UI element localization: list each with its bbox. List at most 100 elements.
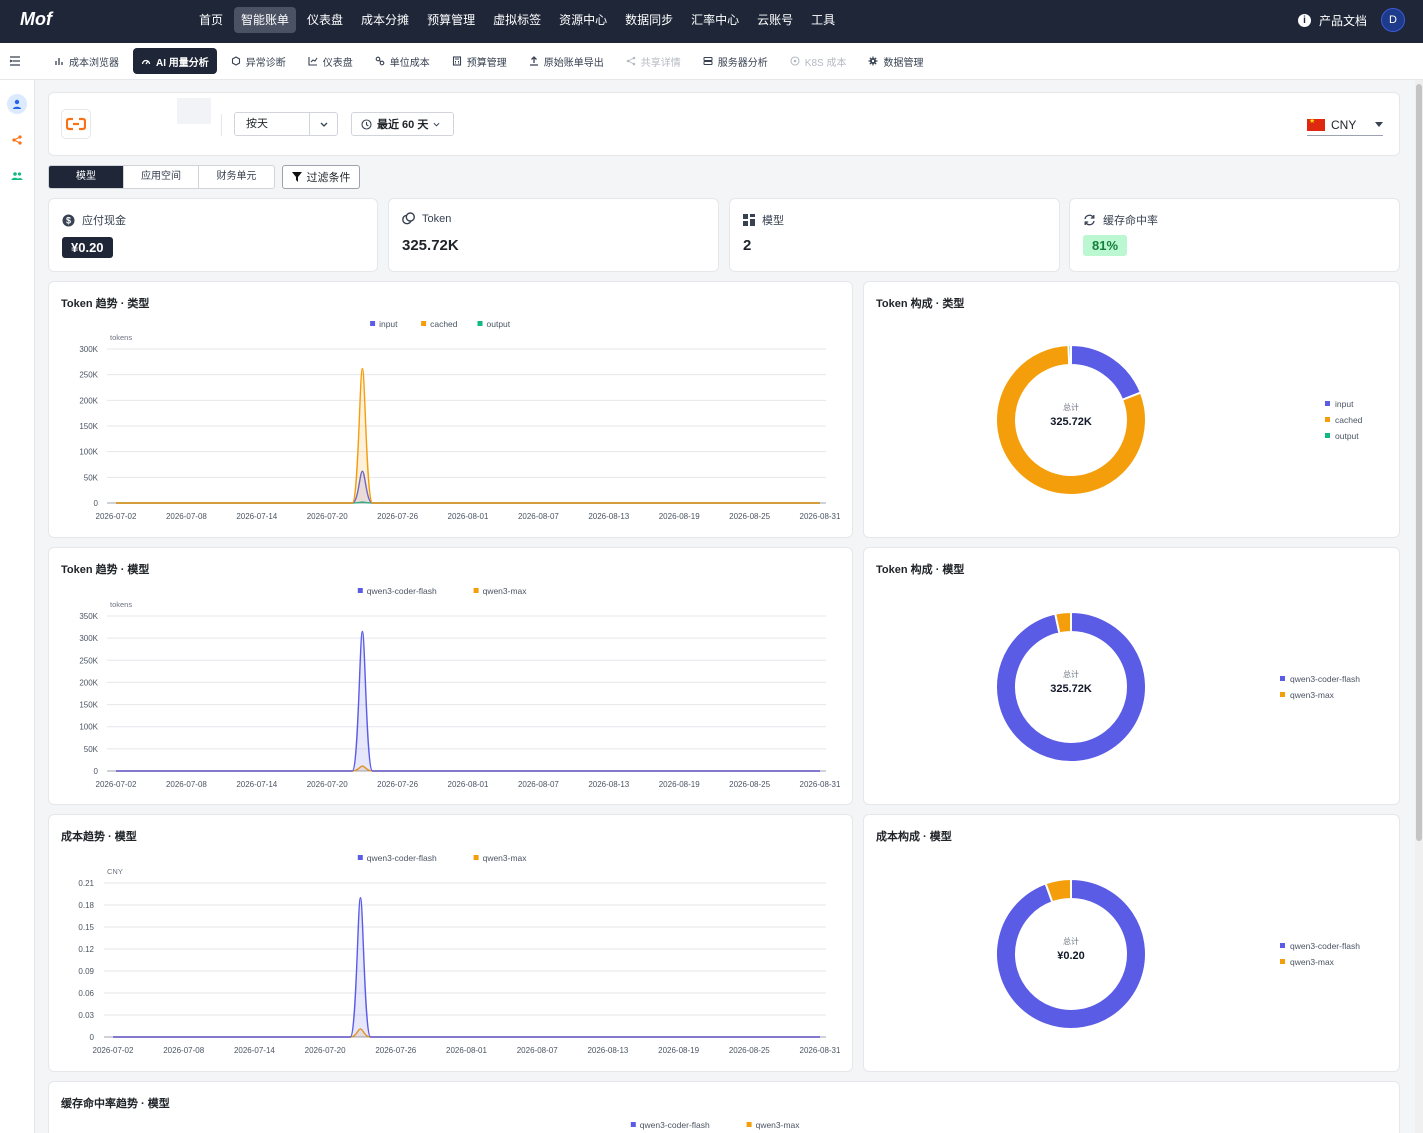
user-avatar[interactable]: D bbox=[1381, 8, 1405, 32]
kpi-value: 325.72K bbox=[402, 237, 459, 254]
y-tick-label: 50K bbox=[84, 745, 99, 754]
product-docs-link[interactable]: 产品文档 bbox=[1319, 12, 1367, 29]
y-tick-label: 250K bbox=[79, 656, 98, 665]
date-range-select[interactable]: 最近 60 天 bbox=[351, 112, 454, 136]
rail-user-button[interactable] bbox=[7, 94, 27, 114]
x-tick-label: 2026-07-14 bbox=[236, 512, 277, 521]
subtab-2[interactable]: 异常诊断 bbox=[223, 48, 294, 74]
share-icon bbox=[626, 56, 636, 66]
subtab-label: 服务器分析 bbox=[717, 57, 768, 69]
series-line-qwen3-max bbox=[116, 765, 820, 772]
nav-item-4[interactable]: 预算管理 bbox=[420, 7, 482, 33]
subtab-8[interactable]: 服务器分析 bbox=[695, 48, 776, 74]
donut-center-value: 325.72K bbox=[1050, 416, 1092, 428]
subtab-10[interactable]: 数据管理 bbox=[860, 48, 931, 74]
china-flag-icon bbox=[1307, 117, 1325, 131]
nav-item-3[interactable]: 成本分摊 bbox=[354, 7, 416, 33]
token-composition-by-model-card: Token 构成 · 模型 总计 325.72K qwen3-coder-flash… bbox=[863, 547, 1400, 805]
token-composition-by-type-chart[interactable]: 总计 325.72K input cached output bbox=[864, 282, 1401, 539]
nav-item-1[interactable]: 智能账单 bbox=[234, 7, 297, 33]
page-scrollbar[interactable] bbox=[1415, 80, 1423, 1133]
nav-item-0[interactable]: 首页 bbox=[192, 7, 230, 33]
cache-hit-trend-by-model-chart[interactable]: qwen3-coder-flash qwen3-max bbox=[49, 1082, 1401, 1133]
token-composition-by-type-card: Token 构成 · 类型 总计 325.72K input cached output bbox=[863, 281, 1400, 538]
legend-swatch bbox=[746, 1122, 752, 1127]
svg-text:$: $ bbox=[66, 215, 71, 225]
legend-label-qwen3-coder-flash: qwen3-coder-flash bbox=[367, 586, 437, 596]
group-by-option-1[interactable]: 应用空间 bbox=[124, 166, 199, 188]
subtab-label: K8S 成本 bbox=[804, 57, 847, 69]
nav-item-2[interactable]: 仪表盘 bbox=[300, 7, 350, 33]
x-tick-label: 2026-07-14 bbox=[236, 780, 277, 789]
currency-select[interactable]: CNY bbox=[1307, 114, 1383, 136]
token-trend-by-type-chart[interactable]: input cached output tokens 0 50K 100K 150K 200K 2… bbox=[49, 282, 854, 539]
scrollbar-thumb[interactable] bbox=[1416, 84, 1422, 841]
clock-icon bbox=[361, 118, 372, 130]
series-area-qwen3-coder-flash bbox=[113, 897, 820, 1037]
cloud-provider-logo[interactable] bbox=[61, 109, 91, 139]
rail-share-button[interactable] bbox=[7, 130, 27, 150]
nav-item-9[interactable]: 云账号 bbox=[750, 7, 800, 33]
dollar-icon: $ bbox=[62, 214, 75, 226]
nav-item-5[interactable]: 虚拟标签 bbox=[486, 7, 548, 33]
x-tick-label: 2026-07-02 bbox=[93, 1046, 134, 1055]
series-line-qwen3-coder-flash bbox=[113, 896, 820, 1038]
y-tick-label: 0.03 bbox=[78, 1011, 94, 1020]
app-logo[interactable]: Mof bbox=[20, 9, 52, 30]
filter-conditions-button[interactable]: 过滤条件 bbox=[282, 165, 360, 189]
cost-trend-by-model-chart[interactable]: qwen3-coder-flash qwen3-max CNY 0 0.03 0.06 0.… bbox=[49, 815, 854, 1073]
y-tick-label: 0.15 bbox=[78, 923, 94, 932]
legend-swatch bbox=[421, 321, 427, 326]
subtab-1[interactable]: AI 用量分析 bbox=[133, 48, 217, 74]
nav-item-10[interactable]: 工具 bbox=[804, 7, 842, 33]
legend-label-qwen3-max: qwen3-max bbox=[483, 586, 528, 596]
filter-panel: 按天 最近 60 天 CNY bbox=[48, 92, 1400, 156]
x-tick-label: 2026-08-25 bbox=[729, 1046, 770, 1055]
group-by-option-0[interactable]: 模型 bbox=[49, 166, 124, 188]
series-line-input bbox=[116, 470, 820, 504]
y-tick-label: 300K bbox=[79, 345, 98, 354]
group-by-option-2[interactable]: 财务单元 bbox=[199, 166, 274, 188]
nav-item-8[interactable]: 汇率中心 bbox=[684, 7, 746, 33]
hexagon-icon bbox=[231, 56, 240, 66]
subtab-4[interactable]: 单位成本 bbox=[367, 48, 438, 74]
gear-icon bbox=[868, 56, 878, 66]
subtab-5[interactable]: 预算管理 bbox=[444, 48, 515, 74]
chevron-down-icon bbox=[433, 122, 440, 127]
cost-composition-by-model-chart[interactable]: 总计 ¥0.20 qwen3-coder-flash qwen3-max bbox=[864, 815, 1401, 1073]
legend-label-qwen3-max: qwen3-max bbox=[756, 1120, 801, 1130]
x-tick-label: 2026-08-13 bbox=[588, 512, 629, 521]
series-area-qwen3-coder-flash bbox=[116, 631, 820, 771]
x-tick-label: 2026-07-02 bbox=[96, 512, 137, 521]
subtab-0[interactable]: 成本浏览器 bbox=[46, 48, 127, 74]
menu-collapse-icon[interactable] bbox=[9, 55, 21, 67]
token-icon bbox=[402, 212, 415, 225]
info-icon[interactable]: i bbox=[1297, 13, 1311, 27]
donut-slice-input bbox=[1070, 343, 1143, 402]
legend-label-input: input bbox=[1335, 399, 1354, 409]
token-composition-by-model-chart[interactable]: 总计 325.72K qwen3-coder-flash qwen3-max bbox=[864, 548, 1401, 806]
series-area-input bbox=[116, 471, 820, 503]
refresh-icon bbox=[1084, 214, 1095, 226]
donut-center-value: 325.72K bbox=[1050, 683, 1092, 695]
subtab-3[interactable]: 仪表盘 bbox=[300, 48, 361, 74]
granularity-select[interactable]: 按天 bbox=[234, 112, 338, 136]
token-trend-by-model-chart[interactable]: qwen3-coder-flash qwen3-max tokens 0 50K 100K… bbox=[49, 548, 854, 806]
sub-navigation-bar: 成本浏览器 AI 用量分析 异常诊断 仪表盘 单位成本 预算管理 原始账单导出 共享详情 服务器… bbox=[0, 43, 1423, 80]
nav-item-7[interactable]: 数据同步 bbox=[618, 7, 680, 33]
rail-team-button[interactable] bbox=[7, 166, 27, 186]
top-navigation-bar: Mof 首页 智能账单 仪表盘 成本分摊 预算管理 虚拟标签 资源中心 数据同步 汇率中心 云账号… bbox=[0, 0, 1423, 43]
nav-item-6[interactable]: 资源中心 bbox=[552, 7, 614, 33]
subtab-6[interactable]: 原始账单导出 bbox=[521, 48, 612, 74]
x-tick-label: 2026-08-07 bbox=[518, 780, 559, 789]
legend-label-qwen3-coder-flash: qwen3-coder-flash bbox=[640, 1120, 710, 1130]
top-right-actions: i 产品文档 D bbox=[1297, 8, 1405, 32]
x-tick-label: 2026-07-14 bbox=[234, 1046, 275, 1055]
legend-swatch bbox=[357, 855, 363, 860]
series-area-cached bbox=[116, 368, 820, 503]
y-tick-label: 150K bbox=[79, 422, 98, 431]
x-tick-label: 2026-08-07 bbox=[517, 1046, 558, 1055]
donut-center-value: ¥0.20 bbox=[1057, 950, 1085, 962]
legend-swatch bbox=[477, 321, 483, 326]
y-tick-label: 350K bbox=[79, 612, 98, 621]
